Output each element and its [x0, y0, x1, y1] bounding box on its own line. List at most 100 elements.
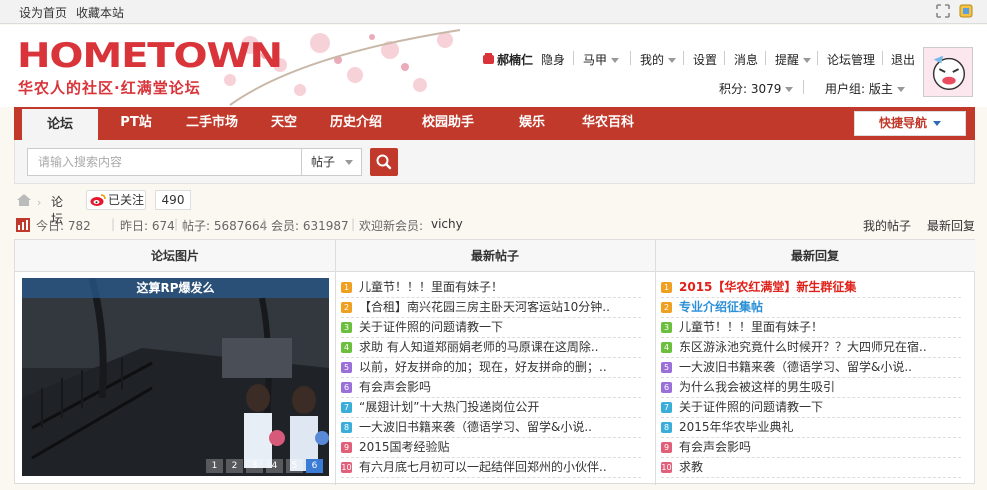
search-button[interactable]	[370, 148, 398, 176]
list-item[interactable]: 4 求助 有人知道郑丽娟老师的马原课在这周除..	[341, 338, 641, 358]
search-icon	[376, 154, 392, 170]
weibo-icon	[90, 194, 106, 206]
slide-dot[interactable]: 3	[246, 459, 263, 473]
rank-badge-icon: 9	[661, 442, 672, 453]
latest-replies-link[interactable]: 最新回复	[927, 217, 975, 234]
list-item[interactable]: 5 一大波旧书籍来袭（德语学习、留学&小说..	[661, 358, 961, 378]
alt-account-menu[interactable]: 马甲	[583, 51, 620, 68]
list-item[interactable]: 3 儿童节！！！里面有妹子！	[661, 318, 961, 338]
user-group-menu[interactable]: 用户组: 版主	[825, 80, 905, 97]
rank-badge-icon: 10	[661, 462, 672, 473]
list-item[interactable]: 5 以前，好友拼命的加；现在，好友拼命的删；..	[341, 358, 641, 378]
list-item[interactable]: 10 求教	[661, 458, 961, 478]
stat-yesterday: 昨日: 674	[120, 219, 175, 233]
points-menu[interactable]: 积分: 3079	[719, 80, 794, 97]
list-item[interactable]: 6 为什么我会被这样的男生吸引	[661, 378, 961, 398]
stats-chart-icon	[16, 218, 30, 232]
top-bar: 设为首页 收藏本站	[0, 0, 987, 24]
stat-today: 今日: 782	[36, 219, 91, 233]
nav-pt[interactable]: PT站	[106, 107, 166, 140]
rank-badge-icon: 3	[661, 322, 672, 333]
nav-campus-helper[interactable]: 校园助手	[410, 107, 486, 140]
portal-panel: 论坛图片 最新帖子 最新回复 这算RP爆发么 123456 1 儿童节！！！里面…	[14, 239, 975, 485]
list-item[interactable]: 8 2015年华农毕业典礼	[661, 418, 961, 438]
list-item[interactable]: 3 关于证件照的问题请教一下	[341, 318, 641, 338]
slide-dot[interactable]: 1	[206, 459, 223, 473]
chevron-down-icon	[785, 87, 794, 92]
list-item[interactable]: 6 有会声会影吗	[341, 378, 641, 398]
list-item[interactable]: 9 有会声会影吗	[661, 438, 961, 458]
forum-photo-slide[interactable]: 这算RP爆发么 123456	[22, 278, 329, 476]
forum-admin-link[interactable]: 论坛管理	[827, 51, 875, 68]
list-item[interactable]: 1 2015【华农红满堂】新生群征集	[661, 278, 961, 298]
my-menu[interactable]: 我的	[640, 51, 677, 68]
latest-replies-header: 最新回复	[655, 240, 975, 272]
search-type-select[interactable]: 帖子	[301, 148, 362, 176]
rank-badge-icon: 8	[661, 422, 672, 433]
nav-sky[interactable]: 天空	[260, 107, 308, 140]
chevron-down-icon	[896, 87, 905, 92]
chevron-down-icon	[611, 58, 620, 63]
slide-dot-active[interactable]: 6	[306, 459, 323, 473]
list-item[interactable]: 10 有六月底七月初可以一起结伴回郑州的小伙伴..	[341, 458, 641, 478]
stat-welcome: 欢迎新会员:	[359, 219, 424, 233]
rank-badge-icon: 7	[661, 402, 672, 413]
breadcrumb-separator-icon: ›	[37, 196, 42, 209]
list-item[interactable]: 7 关于证件照的问题请教一下	[661, 398, 961, 418]
messages-link[interactable]: 消息	[734, 51, 758, 68]
nav-market[interactable]: 二手市场	[174, 107, 250, 140]
settings-link[interactable]: 设置	[693, 51, 717, 68]
rank-badge-icon: 5	[661, 362, 672, 373]
forum-stats: 今日: 782 | 昨日: 674 | 帖子: 5687664 | 会员: 63…	[14, 216, 975, 234]
set-homepage-link[interactable]: 设为首页	[19, 4, 67, 21]
follow-count: 490	[155, 190, 191, 210]
theme-icon[interactable]	[959, 4, 973, 18]
stat-posts: 帖子: 5687664	[182, 219, 268, 233]
nav-wiki[interactable]: 华农百科	[570, 107, 646, 140]
list-item[interactable]: 2 【合租】南兴花园三房主卧天河客运站10分钟..	[341, 298, 641, 318]
list-item[interactable]: 8 一大波旧书籍来袭（德语学习、留学&小说..	[341, 418, 641, 438]
rank-badge-icon: 4	[341, 342, 352, 353]
main-nav: 论坛 PT站 二手市场 天空 历史介绍 校园助手 娱乐 华农百科 快捷导航	[14, 107, 975, 140]
avatar[interactable]	[923, 47, 973, 97]
list-item[interactable]: 1 儿童节！！！里面有妹子！	[341, 278, 641, 298]
site-logo[interactable]: HOMETOWN	[17, 39, 283, 73]
latest-replies-list: 1 2015【华农红满堂】新生群征集 2 专业介绍征集帖 3 儿童节！！！里面有妹子！…	[661, 278, 961, 478]
campus-photo-image	[22, 278, 329, 476]
nav-history[interactable]: 历史介绍	[318, 107, 394, 140]
rank-badge-icon: 6	[661, 382, 672, 393]
my-posts-link[interactable]: 我的帖子	[863, 217, 911, 234]
rank-badge-icon: 4	[661, 342, 672, 353]
nav-forum[interactable]: 论坛	[22, 107, 98, 140]
list-item[interactable]: 2 专业介绍征集帖	[661, 298, 961, 318]
logout-link[interactable]: 退出	[891, 51, 915, 68]
rank-badge-icon: 2	[341, 302, 352, 313]
quick-nav-button[interactable]: 快捷导航	[854, 111, 966, 136]
rank-badge-icon: 6	[341, 382, 352, 393]
latest-posts-header: 最新帖子	[335, 240, 655, 272]
slide-dot[interactable]: 5	[286, 459, 303, 473]
nav-entertainment[interactable]: 娱乐	[502, 107, 562, 140]
chevron-down-icon	[933, 121, 941, 126]
follow-weibo-button[interactable]: 已关注	[86, 190, 146, 210]
username-link[interactable]: 郝楠仁	[497, 51, 533, 68]
stat-members: 会员: 631987	[271, 219, 349, 233]
invisible-status-link[interactable]: 隐身	[541, 51, 565, 68]
list-item[interactable]: 9 2015国考经验贴	[341, 438, 641, 458]
user-badge-icon	[483, 53, 494, 64]
rank-badge-icon: 2	[661, 302, 672, 313]
slide-dot[interactable]: 2	[226, 459, 243, 473]
list-item[interactable]: 7 “展翅计划”十大热门投递岗位公开	[341, 398, 641, 418]
search-input[interactable]: 请输入搜索内容	[27, 148, 302, 176]
rank-badge-icon: 1	[341, 282, 352, 293]
site-header: HOMETOWN 华农人的社区·红满堂论坛 郝楠仁 隐身 马甲 我的 设置 消息…	[0, 25, 987, 107]
slide-dot[interactable]: 4	[266, 459, 283, 473]
chevron-down-icon	[345, 160, 353, 165]
new-member-link[interactable]: vichy	[431, 217, 463, 231]
fullscreen-icon[interactable]	[936, 4, 950, 18]
list-item[interactable]: 4 东区游泳池究竟什么时候开？？大四师兄在宿..	[661, 338, 961, 358]
reminders-menu[interactable]: 提醒	[775, 51, 812, 68]
bookmark-link[interactable]: 收藏本站	[76, 4, 124, 21]
rank-badge-icon: 9	[341, 442, 352, 453]
home-icon[interactable]	[16, 193, 32, 207]
